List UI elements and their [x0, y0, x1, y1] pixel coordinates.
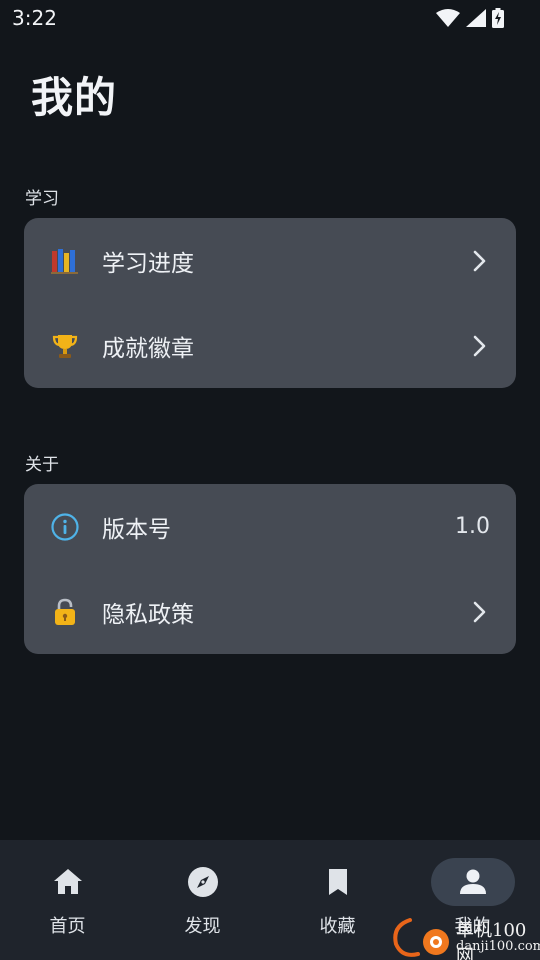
- trophy-icon: [50, 331, 80, 361]
- nav-item-discover[interactable]: 发现: [135, 840, 270, 960]
- status-bar: 3:22: [0, 0, 540, 36]
- menu-item-version: 版本号 1.0: [24, 484, 516, 569]
- watermark: 单机100网 danji100.com: [388, 912, 540, 960]
- section-label-learning: 学习: [25, 189, 59, 209]
- nav-label: 发现: [184, 916, 221, 937]
- watermark-url: danji100.com: [456, 939, 540, 954]
- status-icons: [436, 8, 504, 28]
- wifi-icon: [436, 9, 460, 27]
- version-value: 1.0: [455, 514, 490, 539]
- books-icon: [50, 246, 80, 276]
- lock-icon: [50, 597, 80, 627]
- nav-label: 首页: [49, 916, 86, 937]
- status-time: 3:22: [12, 6, 57, 30]
- nav-item-favorites[interactable]: 收藏: [270, 840, 405, 960]
- menu-item-achievement-badges[interactable]: 成就徽章: [24, 303, 516, 388]
- nav-label: 收藏: [319, 916, 356, 937]
- person-icon: [430, 858, 515, 906]
- bookmark-icon: [296, 858, 380, 906]
- home-icon: [26, 858, 110, 906]
- chevron-right-icon: [470, 335, 490, 356]
- profile-screen: 3:22 我的 学习 学习进度 成就徽章 关于 版本号 1.0 隐私政策 首页 …: [0, 0, 540, 960]
- menu-item-label: 隐私政策: [102, 601, 194, 628]
- info-icon: [50, 512, 80, 542]
- menu-item-privacy-policy[interactable]: 隐私政策: [24, 569, 516, 654]
- menu-item-label: 学习进度: [102, 250, 194, 277]
- compass-icon: [161, 858, 245, 906]
- about-card: 版本号 1.0 隐私政策: [24, 484, 516, 654]
- nav-item-home[interactable]: 首页: [0, 840, 135, 960]
- battery-charging-icon: [492, 8, 504, 28]
- page-title: 我的: [31, 73, 118, 122]
- menu-item-label: 成就徽章: [102, 335, 194, 362]
- chevron-right-icon: [470, 601, 490, 622]
- chevron-right-icon: [470, 250, 490, 271]
- menu-item-label: 版本号: [102, 516, 171, 543]
- menu-item-learning-progress[interactable]: 学习进度: [24, 218, 516, 303]
- section-label-about: 关于: [25, 455, 59, 475]
- learning-card: 学习进度 成就徽章: [24, 218, 516, 388]
- signal-icon: [466, 9, 486, 27]
